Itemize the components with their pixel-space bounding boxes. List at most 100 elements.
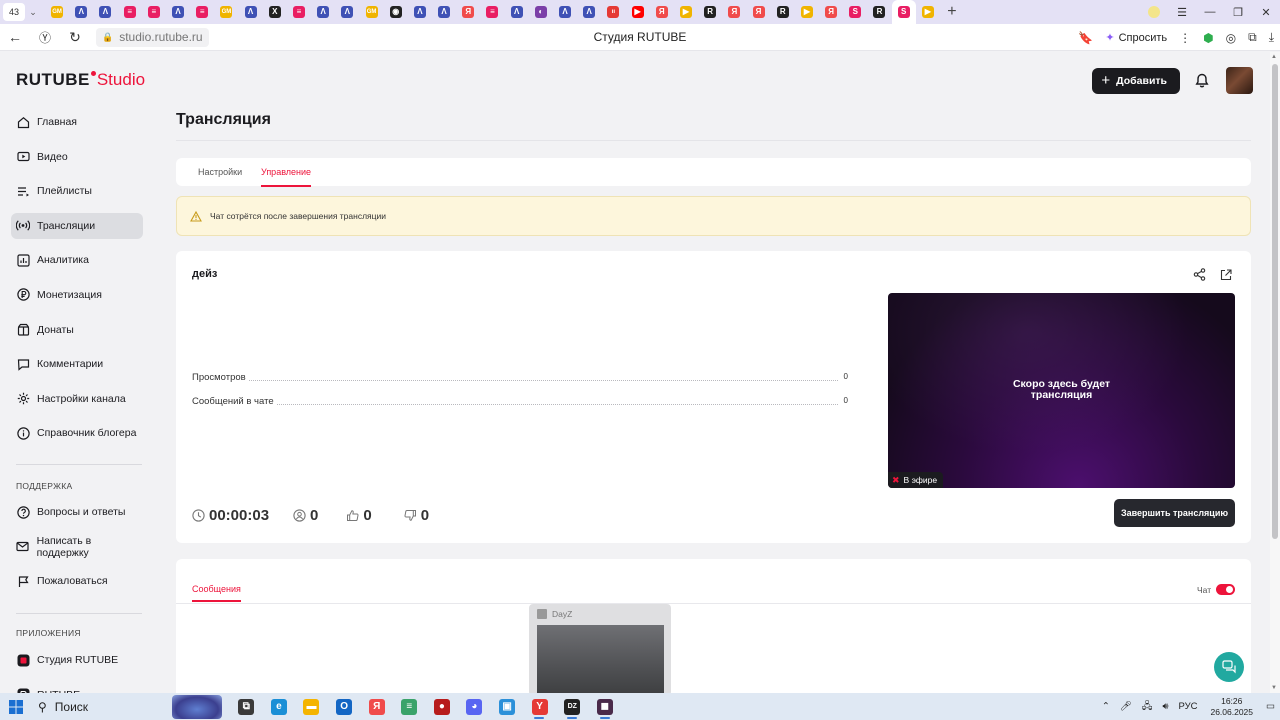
- yellow-ext-icon[interactable]: [1140, 0, 1168, 24]
- windows-start-icon[interactable]: [0, 693, 32, 720]
- taskbar-app-button[interactable]: O: [328, 693, 361, 720]
- tab-settings[interactable]: Настройки: [198, 167, 242, 177]
- tab-messages[interactable]: Сообщения: [192, 584, 241, 602]
- sidebar-item-analytics[interactable]: Аналитика: [11, 247, 143, 273]
- more-icon[interactable]: ⋮: [1173, 24, 1197, 51]
- browser-tab[interactable]: ▶: [916, 0, 940, 24]
- taskbar-app-button[interactable]: ▬: [295, 693, 328, 720]
- sidebar-item-comments[interactable]: Комментарии: [11, 351, 143, 377]
- bell-icon[interactable]: [1192, 71, 1212, 91]
- taskbar-app-button[interactable]: ⧉: [230, 693, 263, 720]
- browser-tab[interactable]: R: [771, 0, 795, 24]
- add-button[interactable]: + Добавить: [1092, 67, 1180, 94]
- browser-tab[interactable]: Я: [650, 0, 674, 24]
- sidebar-item-gear[interactable]: Настройки канала: [11, 386, 143, 412]
- page-scrollbar[interactable]: ▲ ▼: [1270, 52, 1280, 693]
- taskbar-search[interactable]: ⚲ Поиск: [32, 693, 172, 720]
- taskbar-app-button[interactable]: DZ: [556, 693, 589, 720]
- browser-tab[interactable]: ıı: [601, 0, 625, 24]
- taskbar-app-button[interactable]: ◕: [458, 693, 491, 720]
- share-icon[interactable]: [1193, 268, 1206, 286]
- url-field[interactable]: 🔒 studio.rutube.ru: [96, 27, 209, 47]
- browser-tab[interactable]: S: [891, 0, 916, 24]
- browser-tab[interactable]: ▶: [795, 0, 819, 24]
- browser-tab[interactable]: Λ: [432, 0, 456, 24]
- new-tab-button[interactable]: +: [942, 2, 962, 22]
- taskbar-window-preview[interactable]: DayZ: [529, 604, 671, 696]
- scroll-down-icon[interactable]: ▼: [1271, 685, 1277, 691]
- chevron-up-icon[interactable]: ⌃: [1097, 701, 1115, 712]
- notification-icon[interactable]: ▭: [1261, 701, 1280, 712]
- browser-tab[interactable]: Я: [722, 0, 746, 24]
- browser-tab[interactable]: Λ: [166, 0, 190, 24]
- browser-tab[interactable]: S: [843, 0, 867, 24]
- microphone-icon[interactable]: 🎤︎: [1115, 701, 1137, 712]
- chevron-down-icon[interactable]: ⌄: [25, 3, 41, 21]
- sidebar-item-donate[interactable]: Донаты: [11, 317, 143, 343]
- network-icon[interactable]: 🖧︎: [1137, 699, 1158, 715]
- yandex-logo-icon[interactable]: Ⓨ: [30, 24, 60, 51]
- browser-tab[interactable]: Я: [746, 0, 770, 24]
- sidebar-item-question[interactable]: Вопросы и ответы: [11, 499, 143, 525]
- bookmark-icon[interactable]: 🔖: [1072, 24, 1099, 51]
- taskbar-app-button[interactable]: Y: [523, 693, 556, 720]
- scroll-up-icon[interactable]: ▲: [1271, 54, 1277, 60]
- sidebar-item-video[interactable]: Видео: [11, 144, 143, 170]
- browser-tab[interactable]: X: [263, 0, 287, 24]
- language-indicator[interactable]: РУС: [1173, 701, 1202, 712]
- browser-tab[interactable]: ▶: [674, 0, 698, 24]
- browser-tab[interactable]: ≡: [118, 0, 142, 24]
- browser-tab[interactable]: R: [698, 0, 722, 24]
- taskbar-app-button[interactable]: ≡: [393, 693, 426, 720]
- browser-tab[interactable]: GM: [214, 0, 238, 24]
- browser-tab[interactable]: Λ: [335, 0, 359, 24]
- browser-tab[interactable]: ≡: [190, 0, 214, 24]
- browser-tab[interactable]: Λ: [553, 0, 577, 24]
- taskbar-app-button[interactable]: ◼: [589, 693, 622, 720]
- collections-icon[interactable]: ⧉: [1242, 24, 1263, 51]
- sidebar-item-ruble[interactable]: Монетизация: [11, 282, 143, 308]
- shield-icon[interactable]: ⬢: [1197, 24, 1219, 51]
- browser-tab[interactable]: Λ: [577, 0, 601, 24]
- browser-tab[interactable]: ◉: [384, 0, 408, 24]
- sidebar-item-home[interactable]: Главная: [11, 109, 143, 135]
- browser-tab[interactable]: GM: [359, 0, 383, 24]
- rutube-studio-logo[interactable]: RUTUBE Studio: [16, 70, 145, 92]
- download-icon[interactable]: ⤓: [1263, 24, 1280, 51]
- tab-counter[interactable]: 43: [3, 3, 25, 21]
- browser-tab[interactable]: ≡: [287, 0, 311, 24]
- scrollbar-thumb[interactable]: [1272, 64, 1278, 539]
- external-link-icon[interactable]: [1220, 268, 1232, 286]
- browser-tab[interactable]: Λ: [93, 0, 117, 24]
- sidebar-item-mail[interactable]: Написать в поддержку: [11, 534, 143, 560]
- sidebar-item-playlist[interactable]: Плейлисты: [11, 178, 143, 204]
- search-highlight-image[interactable]: [172, 694, 222, 719]
- ask-button[interactable]: ✦ Спросить: [1099, 24, 1173, 51]
- sidebar-item-rutube-app[interactable]: RUTUBE: [11, 682, 143, 693]
- taskbar-app-button[interactable]: Я: [360, 693, 393, 720]
- taskbar-app-button[interactable]: ▣: [491, 693, 524, 720]
- minimize-icon[interactable]: —: [1196, 0, 1224, 24]
- browser-tab[interactable]: R: [867, 0, 891, 24]
- menu-icon[interactable]: ☰: [1168, 0, 1196, 24]
- browser-tab[interactable]: ◐: [529, 0, 553, 24]
- browser-tab[interactable]: ≡: [142, 0, 166, 24]
- browser-tab[interactable]: GM: [45, 0, 69, 24]
- browser-tab[interactable]: Я: [819, 0, 843, 24]
- browser-tab[interactable]: Λ: [311, 0, 335, 24]
- reload-icon[interactable]: ↻: [60, 24, 90, 51]
- speaker-icon[interactable]: 🔊︎: [1157, 701, 1173, 712]
- avatar[interactable]: [1226, 67, 1253, 94]
- browser-tab[interactable]: Λ: [505, 0, 529, 24]
- sidebar-item-broadcast[interactable]: Трансляции: [11, 212, 143, 239]
- browser-tab[interactable]: Λ: [408, 0, 432, 24]
- sidebar-item-flag[interactable]: Пожаловаться: [11, 568, 143, 594]
- clock[interactable]: 16:26 26.06.2025: [1202, 696, 1261, 718]
- close-icon[interactable]: ✕: [1252, 0, 1280, 24]
- chat-toggle[interactable]: [1216, 584, 1235, 595]
- back-icon[interactable]: ←: [0, 24, 30, 51]
- stream-preview[interactable]: Скоро здесь будет трансляция ✖ В эфире: [888, 293, 1235, 488]
- taskbar-app-button[interactable]: e: [263, 693, 296, 720]
- restore-icon[interactable]: ❐: [1224, 0, 1252, 24]
- browser-tab[interactable]: Λ: [239, 0, 263, 24]
